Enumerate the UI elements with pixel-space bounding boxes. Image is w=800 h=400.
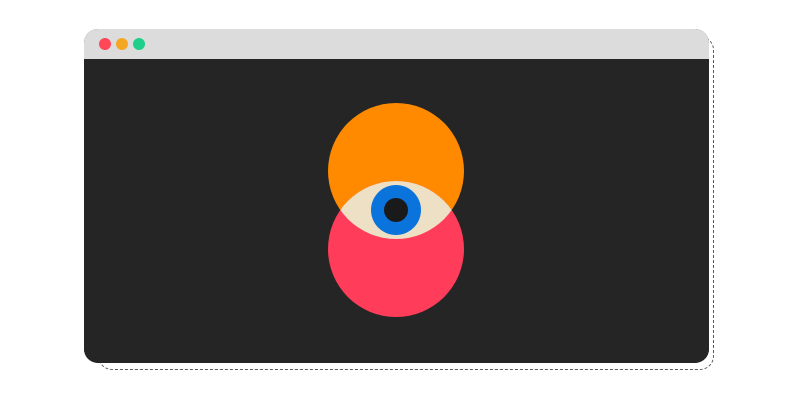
close-button[interactable] [99,38,111,50]
window-content [84,59,709,363]
browser-window [84,29,709,363]
minimize-button[interactable] [116,38,128,50]
title-bar [84,29,709,59]
eye-illustration [328,103,464,317]
eye-pupil [384,198,408,222]
maximize-button[interactable] [133,38,145,50]
page [0,0,800,400]
